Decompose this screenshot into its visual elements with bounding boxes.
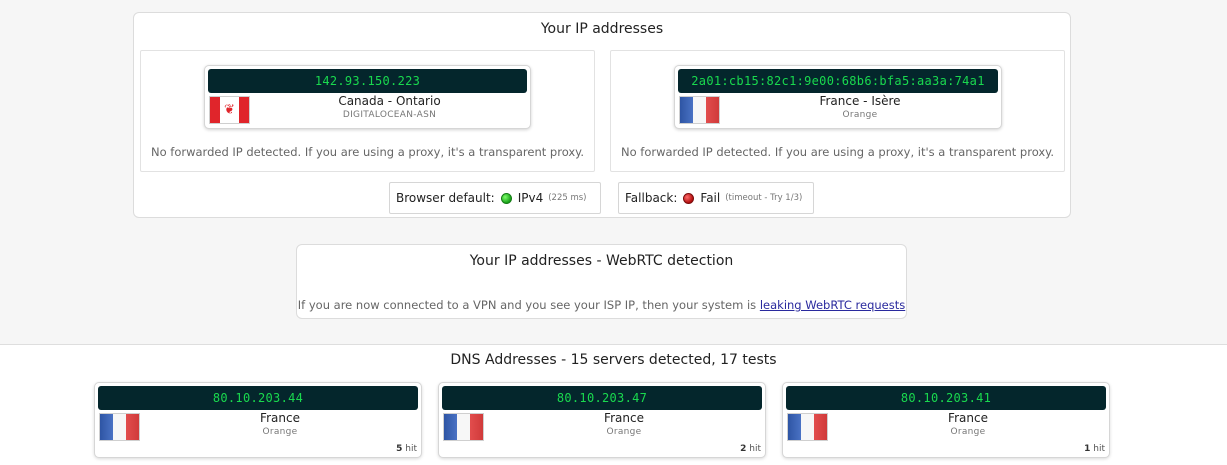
dns-hit-label: hit: [749, 444, 761, 454]
ipv6-forwarded-note: No forwarded IP detected. If you are usi…: [620, 145, 1055, 159]
browser-default-label: Browser default:: [396, 191, 495, 205]
fallback-value: Fail: [700, 191, 721, 205]
canada-flag-icon: ❦: [209, 96, 250, 124]
green-status-dot-icon: [500, 192, 512, 204]
browser-default-value: IPv4: [517, 191, 544, 205]
dns-hit-count: 5 hit: [396, 444, 417, 454]
fallback-status: Fallback: Fail (timeout - Try 1/3): [618, 182, 814, 214]
ipv4-address: 142.93.150.223: [208, 69, 527, 93]
ipv6-isp: Orange: [842, 110, 878, 120]
dns-country: France: [604, 411, 644, 425]
france-flag-icon: [99, 413, 140, 441]
ip-panel-title: Your IP addresses: [540, 21, 664, 37]
ipv4-box: 142.93.150.223 ❦ Canada - Ontario DIGITA…: [140, 50, 595, 172]
ip-addresses-panel: Your IP addresses 142.93.150.223 ❦ Canad…: [133, 12, 1071, 218]
webrtc-panel: Your IP addresses - WebRTC detection If …: [296, 244, 907, 319]
fallback-detail: (timeout - Try 1/3): [725, 193, 803, 203]
dns-isp: Orange: [606, 427, 642, 437]
ipv6-box: 2a01:cb15:82c1:9e00:68b6:bfa5:aa3a:74a1 …: [610, 50, 1065, 172]
france-flag-icon: [787, 413, 828, 441]
red-status-dot-icon: [683, 192, 695, 204]
ipv6-card: 2a01:cb15:82c1:9e00:68b6:bfa5:aa3a:74a1 …: [674, 65, 1002, 129]
france-flag-icon: [443, 413, 484, 441]
webrtc-note: If you are now connected to a VPN and yo…: [297, 298, 906, 312]
browser-default-status: Browser default: IPv4 (225 ms): [389, 182, 601, 214]
dns-hit-count: 2 hit: [740, 444, 761, 454]
dns-hit-label: hit: [1093, 444, 1105, 454]
browser-default-detail: (225 ms): [548, 193, 587, 203]
dns-ip: 80.10.203.47: [442, 386, 762, 410]
dns-card: 80.10.203.47 France Orange 2 hit: [438, 382, 766, 458]
dns-title: DNS Addresses - 15 servers detected, 17 …: [450, 352, 777, 368]
dns-hit-count: 1 hit: [1084, 444, 1105, 454]
dns-card: 80.10.203.41 France Orange 1 hit: [782, 382, 1110, 458]
leaking-webrtc-link[interactable]: leaking WebRTC requests: [760, 298, 905, 312]
ipv6-location: France - Isère: [819, 94, 901, 108]
dns-country: France: [948, 411, 988, 425]
dns-country: France: [260, 411, 300, 425]
fallback-label: Fallback:: [625, 191, 678, 205]
dns-ip: 80.10.203.44: [98, 386, 418, 410]
ipv6-address: 2a01:cb15:82c1:9e00:68b6:bfa5:aa3a:74a1: [678, 69, 998, 93]
ipv4-card: 142.93.150.223 ❦ Canada - Ontario DIGITA…: [204, 65, 531, 129]
dns-hits: 1: [1084, 444, 1091, 454]
ipv4-isp: DIGITALOCEAN-ASN: [342, 110, 437, 120]
dns-ip: 80.10.203.41: [786, 386, 1106, 410]
dns-isp: Orange: [262, 427, 298, 437]
webrtc-note-text: If you are now connected to a VPN and yo…: [297, 298, 760, 312]
dns-section: DNS Addresses - 15 servers detected, 17 …: [0, 344, 1227, 465]
dns-hits: 2: [740, 444, 747, 454]
dns-isp: Orange: [950, 427, 986, 437]
dns-card: 80.10.203.44 France Orange 5 hit: [94, 382, 422, 458]
webrtc-title: Your IP addresses - WebRTC detection: [469, 253, 734, 269]
france-flag-icon: [679, 96, 720, 124]
ipv4-forwarded-note: No forwarded IP detected. If you are usi…: [150, 145, 585, 159]
dns-hit-label: hit: [405, 444, 417, 454]
ipv4-location: Canada - Ontario: [338, 94, 441, 108]
dns-hits: 5: [396, 444, 403, 454]
